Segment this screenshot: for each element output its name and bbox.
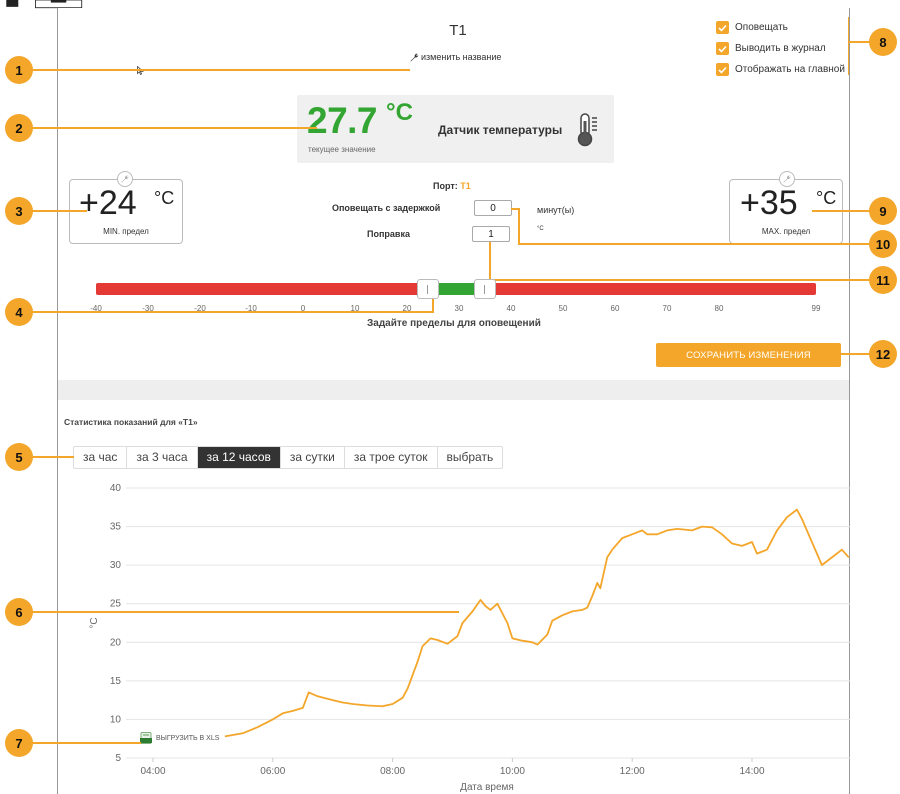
leader-line-5 bbox=[31, 456, 74, 458]
callout-6: 6 bbox=[5, 598, 33, 626]
leader-line-3 bbox=[31, 210, 87, 212]
chart-x-tick-label: 10:00 bbox=[500, 766, 525, 777]
chart-y-tick-label: 5 bbox=[115, 753, 121, 764]
leader-line-1 bbox=[31, 69, 410, 71]
chart-x-tick-label: 14:00 bbox=[739, 766, 764, 777]
slider-tick-label: -10 bbox=[245, 304, 257, 313]
slider-tick-label: -40 bbox=[90, 304, 102, 313]
chart-y-tick-label: 35 bbox=[110, 522, 122, 533]
slider-min-handle[interactable] bbox=[416, 279, 439, 299]
temperature-chart: 5 10 15 20 25 30 35 40 04:00 06:00 08:00 10:00 12:00… bbox=[89, 483, 850, 793]
leader-line-12 bbox=[841, 353, 870, 355]
slider-tick-label: 70 bbox=[662, 304, 672, 313]
chart-y-tick-label: 25 bbox=[110, 599, 122, 610]
callout-11: 11 bbox=[869, 266, 897, 294]
leader-line-11 bbox=[491, 279, 870, 281]
slider-tick-label: -30 bbox=[142, 304, 154, 313]
chart-y-tick-label: 20 bbox=[110, 637, 122, 648]
slider-tick-label: 30 bbox=[454, 304, 464, 313]
chart-x-axis-label: Дата время bbox=[460, 782, 514, 793]
slider-tick-label: 80 bbox=[714, 304, 724, 313]
callout-12: 12 bbox=[869, 340, 897, 368]
callout-5: 5 bbox=[5, 443, 33, 471]
callout-3: 3 bbox=[5, 197, 33, 225]
callout-1: 1 bbox=[5, 56, 33, 84]
chart-y-tick-label: 40 bbox=[110, 483, 122, 494]
callout-9: 9 bbox=[869, 197, 897, 225]
callout-10: 10 bbox=[869, 230, 897, 258]
slider-tick-label: 10 bbox=[350, 304, 360, 313]
export-xls-label: ВЫГРУЗИТЬ В XLS bbox=[156, 734, 220, 742]
chart-y-tick-label: 15 bbox=[110, 676, 122, 687]
export-xls-button[interactable]: ВЫГРУЗИТЬ В XLS bbox=[140, 732, 219, 744]
leader-line-9 bbox=[812, 210, 870, 212]
slider-tick-label: 99 bbox=[811, 304, 821, 313]
slider-tick-label: 50 bbox=[558, 304, 568, 313]
slider-tick-label: -20 bbox=[194, 304, 206, 313]
slider-max-handle[interactable] bbox=[474, 279, 496, 299]
callout-7: 7 bbox=[5, 729, 33, 757]
leader-line-10-stub bbox=[511, 208, 520, 210]
chart-y-axis-label: °C bbox=[89, 617, 100, 628]
leader-line-10-vertical bbox=[518, 208, 520, 245]
chart-x-tick-label: 12:00 bbox=[620, 766, 645, 777]
chart-y-tick-label: 10 bbox=[110, 714, 122, 725]
excel-file-icon bbox=[140, 732, 152, 744]
leader-line-2 bbox=[31, 127, 317, 129]
leader-line-7 bbox=[31, 742, 141, 744]
callout-8: 8 bbox=[869, 28, 897, 56]
slider-tick-label: 20 bbox=[402, 304, 412, 313]
slider-tick-label: 0 bbox=[300, 304, 306, 313]
callout-4: 4 bbox=[5, 298, 33, 326]
chart-x-tick-label: 06:00 bbox=[260, 766, 285, 777]
slider-track-low bbox=[96, 283, 428, 295]
chart-x-tick-label: 08:00 bbox=[380, 766, 405, 777]
leader-line-8 bbox=[849, 41, 871, 43]
slider-tick-label: 60 bbox=[610, 304, 620, 313]
chart-x-tick-label: 04:00 bbox=[140, 766, 165, 777]
chart-series-line bbox=[224, 508, 850, 738]
slider-tick-label: 40 bbox=[506, 304, 516, 313]
callout-2: 2 bbox=[5, 114, 33, 142]
slider-track-high bbox=[485, 283, 816, 295]
chart-y-tick-label: 30 bbox=[110, 560, 122, 571]
leader-line-10 bbox=[520, 243, 870, 245]
leader-line-11-vertical bbox=[489, 242, 491, 281]
leader-line-6 bbox=[31, 611, 459, 613]
